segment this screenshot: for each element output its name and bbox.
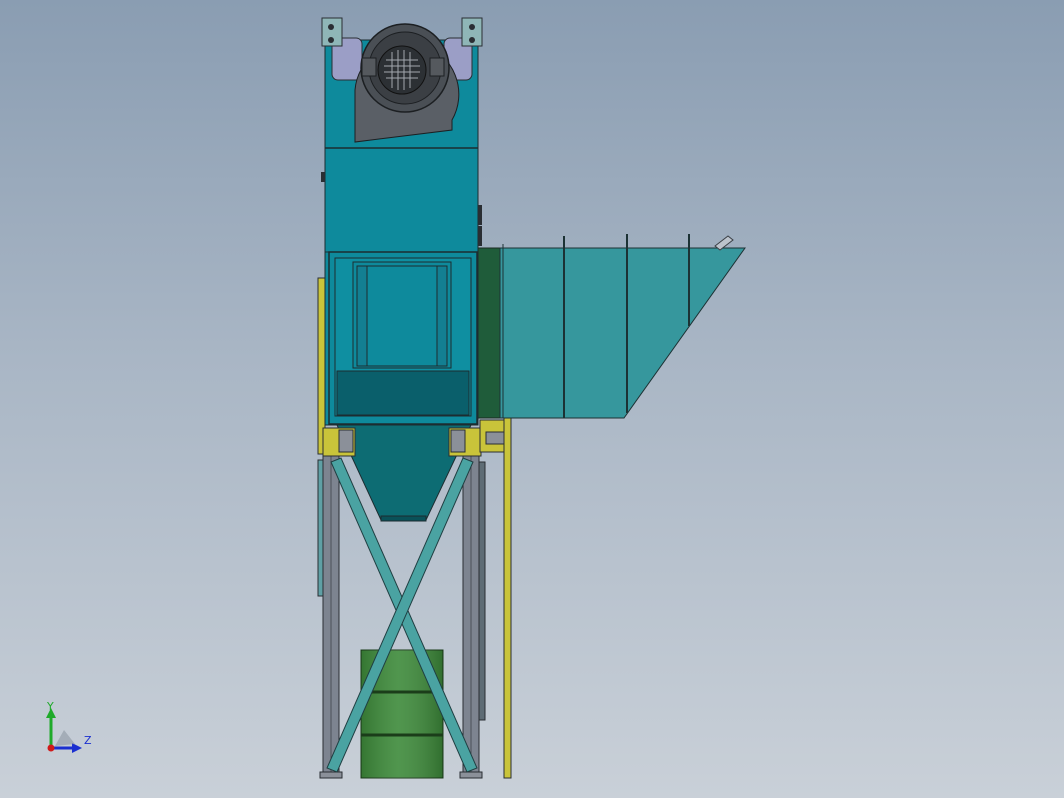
dust-collector-model[interactable] — [0, 0, 1064, 798]
rear-right-leg — [478, 461, 486, 721]
left-foot — [319, 771, 343, 779]
access-door — [328, 251, 478, 425]
duct-flange — [477, 247, 503, 419]
left-lifting-lug — [321, 17, 343, 47]
right-foot — [459, 771, 483, 779]
cad-viewport[interactable]: Y Z — [0, 0, 1064, 798]
left-side-rail — [317, 459, 324, 597]
right-lifting-lug — [461, 17, 483, 47]
triad-y-label: Y — [47, 700, 54, 713]
triad-z-label: Z — [84, 734, 92, 747]
inlet-duct — [477, 234, 746, 419]
triad-origin — [47, 744, 55, 752]
yellow-rear-post — [503, 417, 512, 779]
axis-triad — [46, 708, 82, 753]
